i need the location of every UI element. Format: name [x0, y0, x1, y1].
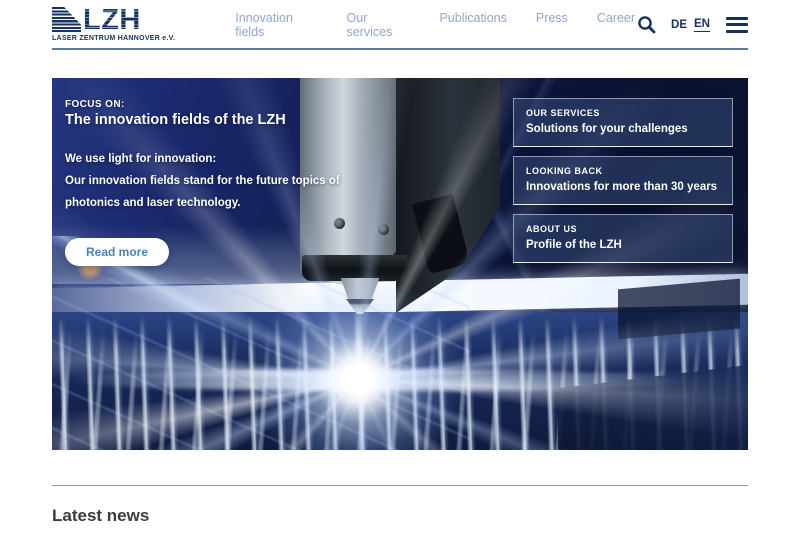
- search-button[interactable]: [635, 14, 657, 36]
- hero-description-line: We use light for innovation:: [65, 148, 395, 170]
- lzh-logo-subtext: LASER ZENTRUM HANNOVER e.V.: [52, 35, 175, 42]
- hero-card-list: OUR SERVICES Solutions for your challeng…: [513, 98, 733, 263]
- lzh-logo-mark-icon: [52, 7, 81, 33]
- hero-title: The innovation fields of the LZH: [65, 112, 395, 128]
- hero-description-line: photonics and laser technology.: [65, 192, 395, 214]
- card-title: Innovations for more than 30 years: [526, 181, 720, 193]
- card-title: Solutions for your challenges: [526, 123, 720, 135]
- section-divider: [52, 485, 748, 486]
- card-title: Profile of the LZH: [526, 239, 720, 251]
- language-en[interactable]: EN: [694, 18, 710, 32]
- nav-item-press[interactable]: Press: [536, 11, 568, 39]
- light-burst-core: [238, 259, 478, 450]
- search-icon: [637, 15, 656, 34]
- language-de[interactable]: DE: [671, 19, 687, 31]
- lzh-logo[interactable]: LZH LASER ZENTRUM HANNOVER e.V.: [52, 7, 175, 42]
- main-navigation: Innovation fields Our services Publicati…: [235, 11, 635, 39]
- language-switch: DE EN: [671, 18, 710, 32]
- hero-copy: FOCUS ON: The innovation fields of the L…: [65, 99, 395, 266]
- nav-item-career[interactable]: Career: [597, 11, 635, 39]
- site-header: LZH LASER ZENTRUM HANNOVER e.V. Innovati…: [52, 0, 748, 50]
- header-actions: DE EN: [635, 14, 748, 36]
- nav-item-publications[interactable]: Publications: [439, 11, 506, 39]
- nav-item-our-services[interactable]: Our services: [347, 11, 411, 39]
- latest-news-heading: Latest news: [52, 506, 748, 526]
- menu-icon[interactable]: [726, 17, 748, 33]
- card-label: ABOUT US: [526, 224, 720, 234]
- read-more-button[interactable]: Read more: [65, 238, 169, 266]
- hero-kicker: FOCUS ON:: [65, 99, 395, 110]
- card-looking-back[interactable]: LOOKING BACK Innovations for more than 3…: [513, 156, 733, 205]
- card-label: OUR SERVICES: [526, 108, 720, 118]
- card-our-services[interactable]: OUR SERVICES Solutions for your challeng…: [513, 98, 733, 147]
- card-about-us[interactable]: ABOUT US Profile of the LZH: [513, 214, 733, 263]
- hero-description: We use light for innovation: Our innovat…: [65, 148, 395, 214]
- hero-description-line: Our innovation fields stand for the futu…: [65, 170, 395, 192]
- hero-banner: FOCUS ON: The innovation fields of the L…: [52, 78, 748, 450]
- card-label: LOOKING BACK: [526, 166, 720, 176]
- nav-item-innovation-fields[interactable]: Innovation fields: [235, 11, 317, 39]
- lzh-logo-text: LZH: [83, 8, 141, 33]
